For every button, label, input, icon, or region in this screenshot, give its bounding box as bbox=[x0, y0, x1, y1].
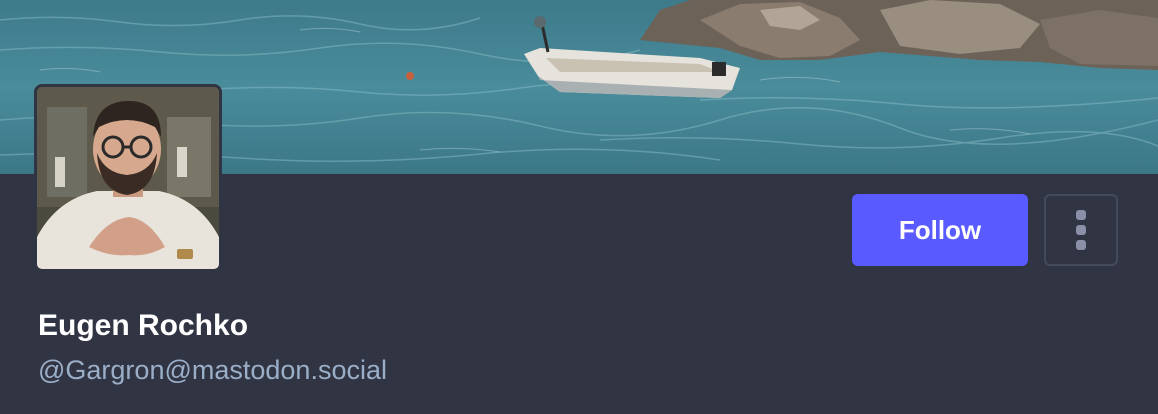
avatar[interactable] bbox=[34, 84, 222, 272]
account-handle: @Gargron@mastodon.social bbox=[38, 355, 387, 385]
profile-header: Follow Eugen Rochko @Gargron@mastodon.so… bbox=[0, 0, 1158, 414]
vertical-ellipsis-icon bbox=[1076, 210, 1086, 220]
account-identity: Eugen Rochko @Gargron@mastodon.social bbox=[38, 306, 387, 386]
more-options-button[interactable] bbox=[1044, 194, 1118, 266]
follow-button[interactable]: Follow bbox=[852, 194, 1028, 266]
vertical-ellipsis-icon bbox=[1076, 240, 1086, 250]
display-name: Eugen Rochko bbox=[38, 309, 249, 342]
vertical-ellipsis-icon bbox=[1076, 225, 1086, 235]
account-actions: Follow bbox=[852, 194, 1118, 266]
